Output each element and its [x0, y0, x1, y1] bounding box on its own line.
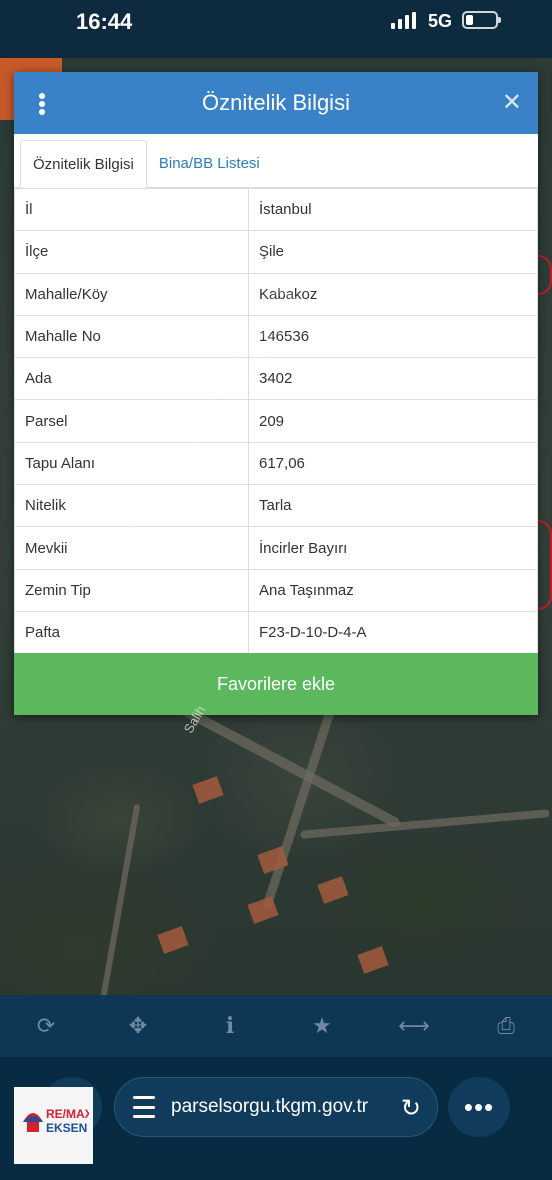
more-icon: •••: [463, 1091, 495, 1122]
add-favorites-button[interactable]: Favorilere ekle: [14, 653, 538, 715]
map-road: [261, 698, 339, 911]
print-icon[interactable]: ⎙: [486, 1006, 526, 1046]
attribute-value: Ana Taşınmaz: [248, 568, 538, 612]
parcel-boundary: [538, 520, 552, 610]
table-row: İl İstanbul: [14, 187, 538, 232]
table-row: Mahalle No 146536: [14, 314, 538, 359]
attribute-key: Mahalle No: [14, 314, 249, 359]
table-row: Nitelik Tarla: [14, 484, 538, 528]
map-road: [300, 809, 550, 839]
map-toolbar: ⟳ ✥ i ★ ⟷ ⎙: [0, 995, 552, 1057]
attribute-value: Tarla: [248, 484, 538, 528]
tab-building-list[interactable]: Bina/BB Listesi: [147, 139, 272, 187]
remax-logo: RE/MAX EKSEN: [14, 1087, 93, 1164]
table-row: Mevkii İncirler Bayırı: [14, 526, 538, 570]
table-row: Tapu Alanı 617,06: [14, 441, 538, 486]
info-icon[interactable]: i: [210, 1006, 250, 1046]
attribute-value: 209: [248, 399, 538, 443]
map-building: [157, 926, 189, 954]
table-row: Ada 3402: [14, 357, 538, 401]
reader-icon[interactable]: [133, 1096, 155, 1118]
map-building: [247, 896, 279, 924]
table-row: Zemin Tip Ana Taşınmaz: [14, 568, 538, 612]
remax-logo-graphic: RE/MAX EKSEN: [22, 1107, 89, 1135]
table-row: Mahalle/Köy Kabakoz: [14, 272, 538, 316]
map-road: [99, 803, 141, 1003]
attribute-value: İncirler Bayırı: [248, 526, 538, 570]
table-row: Pafta F23-D-10-D-4-A: [14, 610, 538, 655]
attribute-value: İstanbul: [248, 187, 538, 232]
attribute-key: Ada: [14, 357, 249, 401]
svg-text:EKSEN: EKSEN: [46, 1121, 87, 1135]
attribute-value: 3402: [248, 357, 538, 401]
attribute-key: Parsel: [14, 399, 249, 443]
dialog-header: Öznitelik Bilgisi ✕: [14, 72, 538, 134]
tab-attributes[interactable]: Öznitelik Bilgisi: [20, 140, 147, 188]
refresh-icon[interactable]: ⟳: [26, 1006, 66, 1046]
map-building: [357, 946, 389, 974]
attribute-table: İl İstanbul İlçe Şile Mahalle/Köy Kabakoz Maha…: [14, 187, 538, 655]
table-row: Parsel 209: [14, 399, 538, 443]
attribute-key: Nitelik: [14, 484, 249, 528]
star-icon[interactable]: ★: [302, 1006, 342, 1046]
measure-icon[interactable]: ⟷: [394, 1006, 434, 1046]
attribute-value: 146536: [248, 314, 538, 359]
attribute-value: Kabakoz: [248, 272, 538, 316]
address-bar[interactable]: parselsorgu.tkgm.gov.tr ↻: [114, 1077, 438, 1137]
close-icon[interactable]: ✕: [502, 88, 522, 117]
battery-icon: [462, 11, 501, 29]
attribute-key: Mevkii: [14, 526, 249, 570]
map-building: [192, 776, 224, 804]
attribute-key: Tapu Alanı: [14, 441, 249, 486]
move-icon[interactable]: ✥: [118, 1006, 158, 1046]
tab-bar: Öznitelik Bilgisi Bina/BB Listesi: [14, 134, 538, 188]
attribute-dialog: Öznitelik Bilgisi ✕ Öznitelik Bilgisi Bi…: [14, 72, 538, 715]
signal-icon: [391, 12, 416, 29]
more-button[interactable]: •••: [448, 1077, 510, 1137]
dialog-title: Öznitelik Bilgisi: [202, 90, 350, 115]
table-row: İlçe Şile: [14, 230, 538, 274]
map-building: [317, 876, 349, 904]
attribute-value: Şile: [248, 230, 538, 274]
attribute-key: İl: [14, 187, 249, 232]
status-bar: 16:44 5G: [0, 0, 552, 58]
reload-icon[interactable]: ↻: [401, 1094, 421, 1123]
attribute-key: İlçe: [14, 230, 249, 274]
url-text: parselsorgu.tkgm.gov.tr: [171, 1096, 369, 1117]
menu-icon[interactable]: [38, 93, 46, 115]
attribute-key: Zemin Tip: [14, 568, 249, 612]
attribute-key: Mahalle/Köy: [14, 272, 249, 316]
attribute-value: 617,06: [248, 441, 538, 486]
attribute-value: F23-D-10-D-4-A: [248, 610, 538, 655]
attribute-key: Pafta: [14, 610, 249, 655]
network-label: 5G: [428, 11, 453, 31]
svg-text:RE/MAX: RE/MAX: [46, 1107, 89, 1121]
parcel-boundary: [538, 255, 552, 295]
status-time: 16:44: [76, 9, 133, 34]
